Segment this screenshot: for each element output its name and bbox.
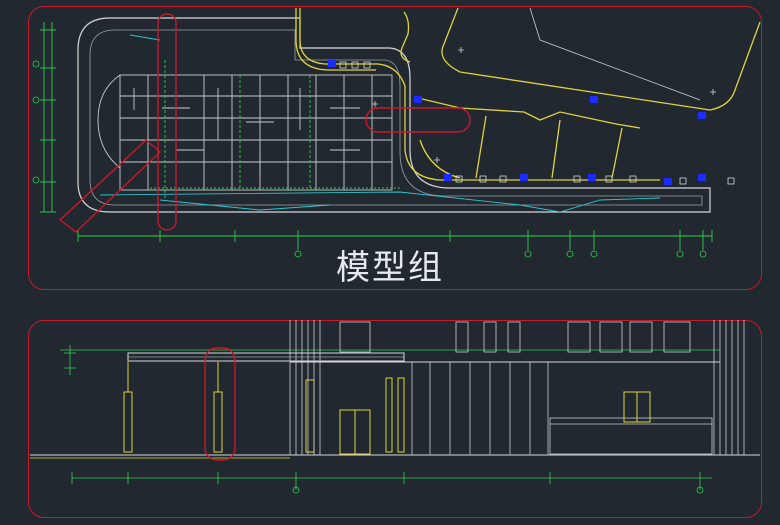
- columns: [123, 362, 405, 453]
- structural-grid: [97, 74, 393, 191]
- elevation-view: [30, 320, 760, 494]
- green-annotations: [40, 22, 713, 250]
- building-facade: [289, 320, 745, 455]
- red-highlight-elevation-column: [204, 347, 236, 461]
- red-highlight-parking: [365, 107, 471, 133]
- plan-view: [32, 7, 761, 258]
- cyan-lines: [99, 34, 661, 213]
- elevation-dimensions: [64, 345, 712, 494]
- canopy-inner-outline: [89, 29, 703, 206]
- red-highlight-column: [157, 13, 177, 231]
- cad-drawing: [30, 7, 761, 494]
- canopy-outline: [77, 17, 711, 213]
- grid-boundary: [119, 74, 393, 191]
- yellow-road-lines: [295, 7, 761, 181]
- blue-markers: [328, 60, 706, 185]
- red-highlights: [58, 13, 471, 233]
- fixtures: [339, 7, 735, 185]
- red-highlight-diagonal: [58, 139, 162, 233]
